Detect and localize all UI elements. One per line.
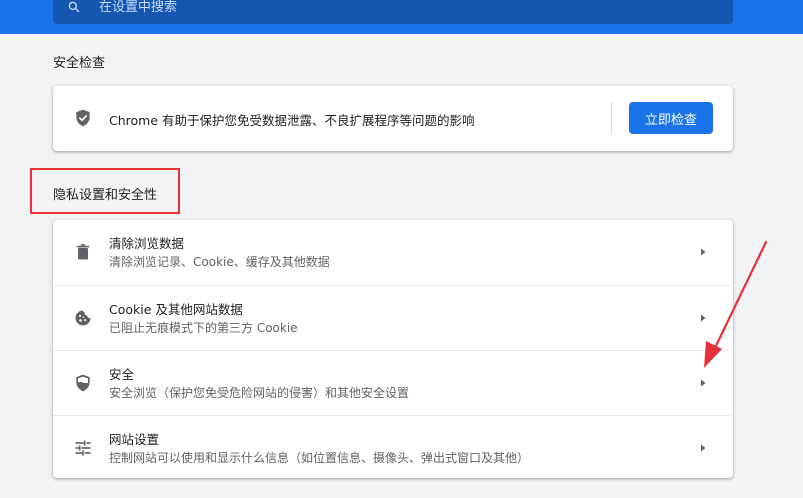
safety-check-card: Chrome 有助于保护您免受数据泄露、不良扩展程序等问题的影响 立即检查 — [53, 86, 733, 151]
row-title: Cookie 及其他网站数据 — [109, 302, 243, 317]
check-now-button[interactable]: 立即检查 — [629, 102, 713, 134]
cookies-row[interactable]: Cookie 及其他网站数据 已阻止无痕模式下的第三方 Cookie — [53, 285, 733, 351]
search-bar[interactable] — [53, 0, 733, 24]
trash-icon — [76, 244, 90, 260]
chevron-right-icon — [701, 444, 706, 452]
privacy-section-title: 隐私设置和安全性 — [53, 188, 158, 203]
row-title: 网站设置 — [109, 432, 160, 447]
row-subtitle: 清除浏览记录、Cookie、缓存及其他数据 — [109, 255, 330, 269]
chevron-right-icon — [701, 379, 706, 387]
cookie-icon — [75, 310, 91, 326]
row-subtitle: 已阻止无痕模式下的第三方 Cookie — [109, 321, 298, 335]
clear-browsing-data-row[interactable]: 清除浏览数据 清除浏览记录、Cookie、缓存及其他数据 — [53, 220, 733, 285]
divider — [611, 102, 612, 134]
search-icon — [68, 1, 80, 13]
safety-check-description: Chrome 有助于保护您免受数据泄露、不良扩展程序等问题的影响 — [109, 113, 475, 128]
chevron-right-icon — [701, 314, 706, 322]
row-title: 清除浏览数据 — [109, 236, 185, 251]
shield-icon — [76, 374, 90, 392]
search-input[interactable] — [97, 0, 701, 18]
site-settings-row[interactable]: 网站设置 控制网站可以使用和显示什么信息（如位置信息、摄像头、弹出式窗口及其他） — [53, 415, 733, 481]
privacy-card: 清除浏览数据 清除浏览记录、Cookie、缓存及其他数据 Cookie 及其他网… — [53, 220, 733, 478]
row-subtitle: 安全浏览（保护您免受危险网站的侵害）和其他安全设置 — [109, 386, 410, 400]
security-row[interactable]: 安全 安全浏览（保护您免受危险网站的侵害）和其他安全设置 — [53, 350, 733, 416]
shield-check-icon — [76, 109, 90, 127]
row-subtitle: 控制网站可以使用和显示什么信息（如位置信息、摄像头、弹出式窗口及其他） — [109, 451, 530, 465]
row-title: 安全 — [109, 367, 135, 382]
tune-icon — [75, 440, 91, 456]
safety-check-section-title: 安全检查 — [53, 56, 106, 71]
chevron-right-icon — [701, 248, 706, 256]
